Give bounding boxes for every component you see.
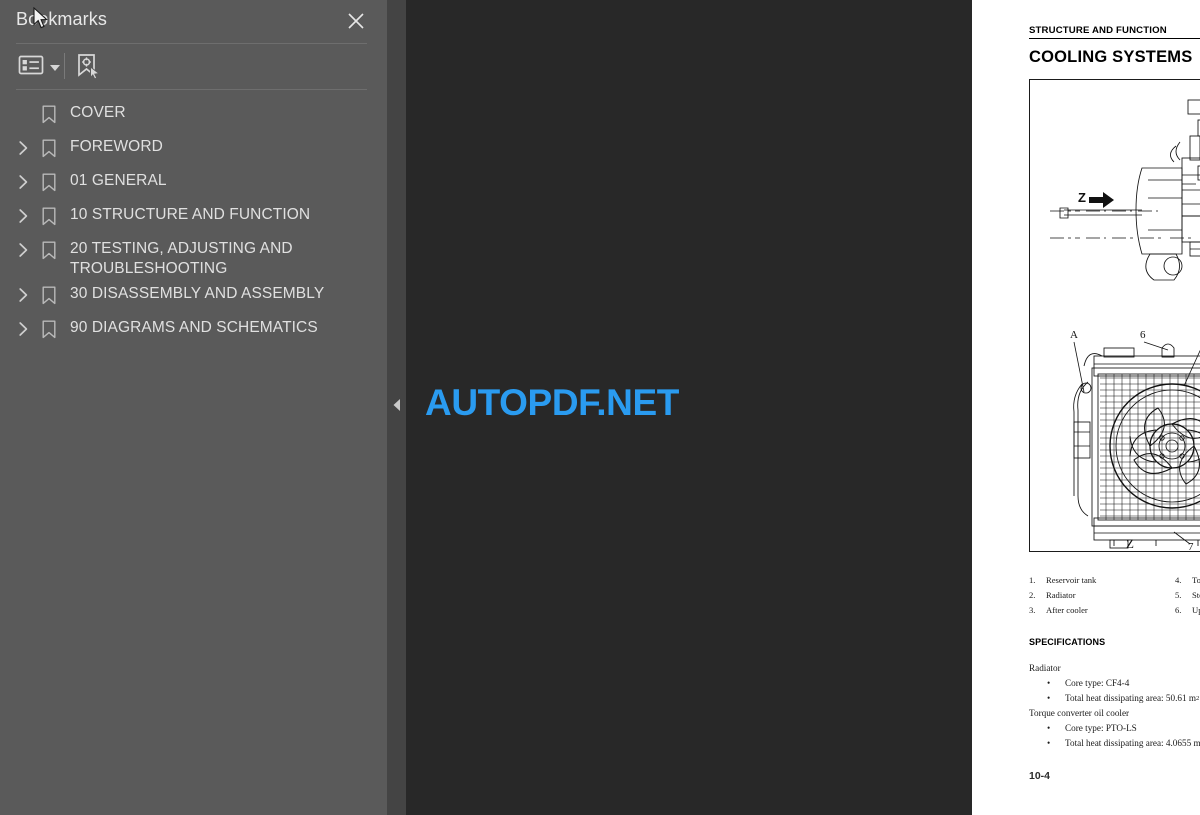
legend-value: Radiator [1046, 590, 1076, 600]
radiator-front-view-drawing: A 6 C B D Z 7 [1070, 329, 1200, 551]
bookmark-item[interactable]: FOREWORD [0, 132, 387, 166]
spec-bullet: •Total heat dissipating area: 4.0655 m2 [1029, 736, 1200, 751]
figure-cooling-systems: Z A 6 Z 7 [1029, 79, 1200, 552]
svg-text:Z: Z [1078, 190, 1086, 205]
callout-6: 6 [1140, 329, 1146, 341]
running-header: STRUCTURE AND FUNCTION COOLING SYSTEMS [1029, 25, 1200, 39]
page-footer: 10-4 HM300-1L [1029, 770, 1200, 782]
legend-value: Torque converter oil cooler [1192, 575, 1200, 585]
legend-value: Steering oil cooler [1192, 590, 1200, 600]
bookmark-item[interactable]: COVER [0, 98, 387, 132]
spec-group-title: Torque converter oil cooler [1029, 708, 1130, 718]
bookmark-item[interactable]: 10 STRUCTURE AND FUNCTION [0, 200, 387, 234]
legend-column: 1. Reservoir tank 2. Radiator 3. After cooler [1029, 573, 1096, 618]
view-marker-Z: Z [1126, 536, 1134, 551]
bullet-icon: • [1047, 693, 1051, 703]
chevron-down-icon [50, 64, 60, 71]
chevron-right-icon[interactable] [10, 318, 36, 337]
legend-key: 1. [1029, 575, 1036, 585]
bookmark-label: 20 TESTING, ADJUSTING AND TROUBLESHOOTIN… [70, 240, 293, 277]
new-bookmark-cursor-icon [73, 52, 101, 85]
legend-item: 5. Steering oil cooler [1175, 588, 1200, 603]
spec-bullet-text: Core type: CF4-4 [1065, 678, 1130, 688]
legend-key: 3. [1029, 605, 1036, 615]
chevron-right-icon[interactable] [10, 137, 36, 156]
bookmark-label: COVER [70, 104, 126, 121]
legend-item: 6. Upper tank [1175, 603, 1200, 618]
spec-bullet-text: Total heat dissipating area: 50.61 m [1065, 693, 1197, 703]
twisty-placeholder [10, 103, 36, 106]
legend-item: 2. Radiator [1029, 588, 1096, 603]
bookmark-options-list-icon [18, 54, 44, 81]
engine-side-view-drawing: Z [1050, 99, 1200, 281]
bookmarks-toolbar [0, 44, 387, 89]
bookmark-icon [36, 137, 62, 158]
spec-group-title: Radiator [1029, 663, 1061, 673]
legend-item: 1. Reservoir tank [1029, 573, 1096, 588]
bookmark-icon [36, 205, 62, 226]
bookmark-label: 30 DISASSEMBLY AND ASSEMBLY [70, 285, 325, 302]
pdf-reader-window: Bookmarks COVER FOREWORD 01 GENERAL 10 S… [0, 0, 1200, 815]
bookmark-item[interactable]: 90 DIAGRAMS AND SCHEMATICS [0, 313, 387, 347]
bullet-icon: • [1047, 738, 1051, 748]
legend-key: 4. [1175, 575, 1182, 585]
chevron-right-icon[interactable] [10, 284, 36, 303]
bullet-icon: • [1047, 723, 1051, 733]
chevron-right-icon[interactable] [10, 239, 36, 258]
running-header-left: STRUCTURE AND FUNCTION [1029, 25, 1167, 36]
spec-bullet: • Total heat dissipating area: 50.61 m2 [1029, 691, 1200, 706]
legend-key: 5. [1175, 590, 1182, 600]
pdf-viewer-canvas[interactable]: STRUCTURE AND FUNCTION COOLING SYSTEMS C… [406, 0, 1200, 815]
pdf-page[interactable]: STRUCTURE AND FUNCTION COOLING SYSTEMS C… [972, 0, 1200, 815]
new-bookmark-button[interactable] [73, 52, 101, 85]
panel-divider [387, 0, 406, 815]
bookmark-label: FOREWORD [70, 138, 163, 155]
bookmark-options-button[interactable] [18, 54, 60, 81]
bookmark-icon [36, 103, 62, 124]
callout-A: A [1070, 329, 1078, 341]
sidebar-header: Bookmarks [0, 0, 387, 43]
specifications-heading: SPECIFICATIONS [1029, 637, 1106, 647]
legend-key: 2. [1029, 590, 1036, 600]
close-icon[interactable] [345, 10, 367, 32]
callout-7: 7 [1188, 541, 1194, 551]
bookmark-label: 10 STRUCTURE AND FUNCTION [70, 206, 311, 223]
legend-item: 3. After cooler [1029, 603, 1096, 618]
page-title: COOLING SYSTEMS [1029, 48, 1193, 66]
bookmarks-sidebar: Bookmarks COVER FOREWORD 01 GENERAL 10 S… [0, 0, 387, 815]
legend-key: 6. [1175, 605, 1182, 615]
chevron-right-icon[interactable] [10, 171, 36, 190]
page-number: 10-4 [1029, 770, 1051, 782]
spec-bullet-text: Total heat dissipating area: 4.0655 m [1065, 738, 1200, 748]
bookmark-icon [36, 318, 62, 339]
sidebar-divider-bottom [16, 89, 367, 90]
specifications-left-column: Radiator • Core type: CF4-4 • Total heat dis… [1029, 661, 1200, 751]
bullet-icon: • [1047, 678, 1051, 688]
spec-bullet: • Core type: CF4-4 [1029, 676, 1200, 691]
bookmark-tree: COVER FOREWORD 01 GENERAL 10 STRUCTURE AND … [0, 98, 387, 347]
bookmark-icon [36, 239, 62, 260]
collapse-sidebar-handle[interactable] [387, 0, 406, 815]
spec-bullet: • Core type: PTO-LS [1029, 721, 1200, 736]
legend-item: 4. Torque converter oil cooler [1175, 573, 1200, 588]
bookmark-item[interactable]: 01 GENERAL [0, 166, 387, 200]
legend-column: 4. Torque converter oil cooler 5. Steering … [1175, 573, 1200, 618]
legend-value: Upper tank [1192, 605, 1200, 615]
triangle-left-icon [392, 398, 402, 417]
bookmark-item[interactable]: 30 DISASSEMBLY AND ASSEMBLY [0, 279, 387, 313]
legend-value: Reservoir tank [1046, 575, 1097, 585]
bookmark-label: 01 GENERAL [70, 172, 167, 189]
toolbar-separator [64, 53, 65, 79]
chevron-right-icon[interactable] [10, 205, 36, 224]
bookmarks-panel-title: Bookmarks [16, 9, 107, 29]
bookmark-item[interactable]: 20 TESTING, ADJUSTING AND TROUBLESHOOTIN… [0, 234, 387, 279]
bookmark-label: 90 DIAGRAMS AND SCHEMATICS [70, 319, 318, 336]
bookmark-icon [36, 284, 62, 305]
bookmark-icon [36, 171, 62, 192]
spec-superscript: 2 [1196, 695, 1200, 702]
legend-value: After cooler [1046, 605, 1088, 615]
spec-bullet-text: Core type: PTO-LS [1065, 723, 1137, 733]
